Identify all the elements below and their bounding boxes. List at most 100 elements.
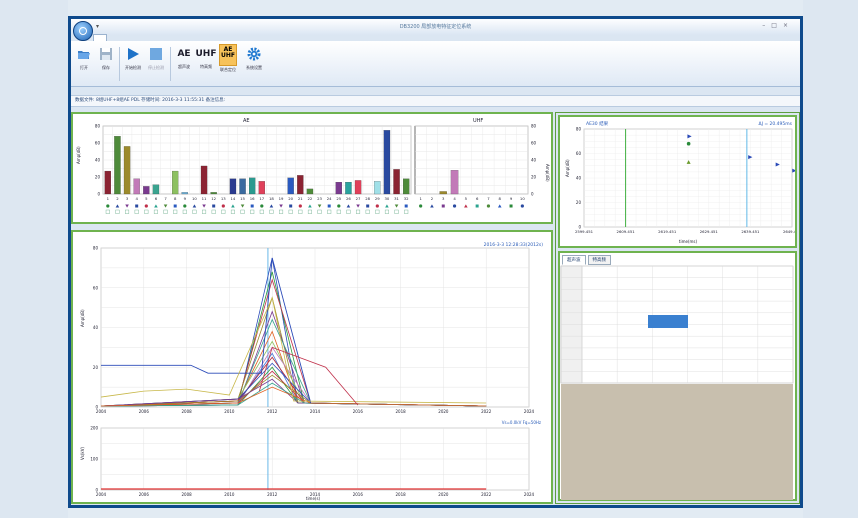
trend-xtick-label: 2014 bbox=[310, 409, 321, 414]
close-icon[interactable]: × bbox=[783, 22, 794, 29]
uhf-ytick-label: 40 bbox=[531, 158, 537, 163]
voltage-xtick-label: 2008 bbox=[182, 492, 193, 497]
ae-category-label: 13 bbox=[221, 196, 226, 201]
ae-series-marker bbox=[356, 204, 360, 208]
ae-series-checkbox bbox=[317, 209, 322, 214]
uhf-bar bbox=[439, 191, 447, 195]
scatter-xtick-label: 2639.451 bbox=[741, 229, 760, 234]
ae-series-marker bbox=[240, 204, 245, 208]
ae-series-checkbox bbox=[115, 209, 120, 214]
stop-button[interactable]: 停止检测 bbox=[145, 45, 167, 71]
uhf-series-marker bbox=[520, 204, 524, 208]
window-title: DB3200 局部放电特征定位系统 bbox=[399, 24, 472, 30]
amplitude-panel: 80 60 40 20 0 1 2 3 4 5 6 7 8 9 10 11 12 13 14 15 16 17 18 19 20… bbox=[71, 112, 553, 224]
ae-series-marker bbox=[212, 204, 216, 208]
minimize-icon[interactable]: – bbox=[762, 22, 771, 29]
ae-category-label: 23 bbox=[317, 196, 322, 201]
uhf-category-label: 2 bbox=[431, 196, 434, 201]
uhf-view-button[interactable]: UHF 特高频 bbox=[195, 45, 217, 70]
ae-category-label: 24 bbox=[327, 196, 332, 201]
ae-series-marker bbox=[125, 204, 129, 208]
scatter-ytick-label: 20 bbox=[576, 200, 582, 205]
uhf-series-marker bbox=[452, 204, 457, 208]
ae-category-label: 8 bbox=[174, 196, 177, 201]
ae-category-label: 16 bbox=[250, 196, 255, 201]
ae-series-marker bbox=[250, 204, 254, 208]
ae-bar bbox=[374, 181, 381, 195]
ae-bar bbox=[172, 170, 179, 195]
ae-series-checkbox bbox=[105, 209, 110, 214]
ae-category-label: 14 bbox=[231, 196, 236, 201]
voltage-legend: Vs=0.0kV Fq=50Hz bbox=[502, 420, 541, 425]
ae-series-checkbox bbox=[173, 209, 178, 214]
ae-category-label: 15 bbox=[240, 196, 245, 201]
save-button[interactable]: 保存 bbox=[95, 45, 117, 71]
ae-uhf-icon: AE UHF bbox=[219, 44, 237, 66]
settings-button[interactable]: 系统设置 bbox=[243, 45, 265, 71]
uhf-category-label: 10 bbox=[520, 196, 525, 201]
uhf-category-label: 8 bbox=[499, 196, 502, 201]
right-margin bbox=[803, 0, 858, 518]
open-button[interactable]: 打开 bbox=[73, 45, 95, 71]
ae-category-label: 18 bbox=[269, 196, 274, 201]
ae-series-checkbox bbox=[221, 209, 226, 214]
ae-bar bbox=[104, 170, 111, 195]
scatter-title-left: AE30 结果 bbox=[586, 120, 609, 127]
start-button[interactable]: 开始检测 bbox=[122, 45, 144, 71]
ae-category-label: 3 bbox=[126, 196, 129, 201]
app-client: ▾ DB3200 局部放电特征定位系统 –□× 打开 保存 开始检测 停止检测 … bbox=[71, 19, 802, 505]
location-empty-area bbox=[561, 384, 793, 500]
save-icon bbox=[100, 48, 112, 60]
voltage-xtick-label: 2022 bbox=[481, 492, 492, 497]
tab-uhf[interactable]: 特高频 bbox=[587, 255, 611, 265]
scatter-xtick-label: 2629.451 bbox=[700, 229, 719, 234]
uhf-series-marker bbox=[419, 204, 423, 208]
trend-xtick-label: 2004 bbox=[96, 409, 107, 414]
ae-bar bbox=[383, 130, 391, 195]
ae-series-marker bbox=[337, 204, 341, 208]
ae-series-checkbox bbox=[375, 209, 380, 214]
ae-series-marker bbox=[135, 204, 139, 208]
app-menu-button[interactable] bbox=[73, 21, 93, 41]
ae-uhf-view-button[interactable]: AE UHF 联合定位 bbox=[217, 44, 239, 73]
uhf-category-label: 1 bbox=[419, 196, 422, 201]
ae-view-button[interactable]: AE 超声波 bbox=[173, 45, 195, 70]
ae-series-marker bbox=[163, 204, 168, 208]
uhf-ytick-label: 60 bbox=[531, 141, 537, 146]
ae-series-marker bbox=[106, 204, 110, 208]
uhf-title: UHF bbox=[473, 118, 483, 124]
ae-bar bbox=[143, 186, 150, 195]
ae-ytick-label: 40 bbox=[95, 158, 101, 163]
location-marker bbox=[648, 315, 688, 328]
window-controls[interactable]: –□× bbox=[762, 22, 794, 29]
ae-series-checkbox bbox=[240, 209, 245, 214]
trend-xtick-label: 2010 bbox=[224, 409, 235, 414]
ae-series-marker bbox=[221, 204, 225, 208]
uhf-category-label: 9 bbox=[510, 196, 513, 201]
ae-bar bbox=[133, 178, 140, 195]
uhf-ytick-label: 0 bbox=[531, 192, 534, 197]
ae-category-label: 17 bbox=[259, 196, 264, 201]
scatter-ytick-label: 80 bbox=[576, 127, 582, 132]
ae-category-label: 11 bbox=[202, 196, 207, 201]
ae-category-label: 19 bbox=[279, 196, 284, 201]
ae-category-label: 21 bbox=[298, 196, 303, 201]
ae-series-checkbox bbox=[298, 209, 303, 214]
ae-bar bbox=[345, 181, 352, 195]
trend-ytick-label: 20 bbox=[93, 365, 99, 370]
ae-series-checkbox bbox=[144, 209, 149, 214]
ae-series-checkbox bbox=[327, 209, 332, 214]
voltage-xtick-label: 2014 bbox=[310, 492, 321, 497]
trend-xtick-label: 2020 bbox=[438, 409, 449, 414]
ae-ytick-label: 20 bbox=[95, 175, 101, 180]
ae-series-checkbox bbox=[250, 209, 255, 214]
uhf-series-marker bbox=[509, 204, 513, 208]
maximize-icon[interactable]: □ bbox=[771, 22, 783, 29]
trend-panel: 2016-3-3 12:28:33(2012s) Amp(dB) Vs=0.0k… bbox=[71, 230, 553, 504]
ae-series-checkbox bbox=[125, 209, 130, 214]
ae-category-label: 12 bbox=[211, 196, 216, 201]
tab-ae[interactable]: 超声波 bbox=[562, 255, 586, 265]
ae-bar bbox=[239, 178, 246, 195]
ae-category-label: 6 bbox=[155, 196, 158, 201]
voltage-xtick-label: 2018 bbox=[396, 492, 407, 497]
